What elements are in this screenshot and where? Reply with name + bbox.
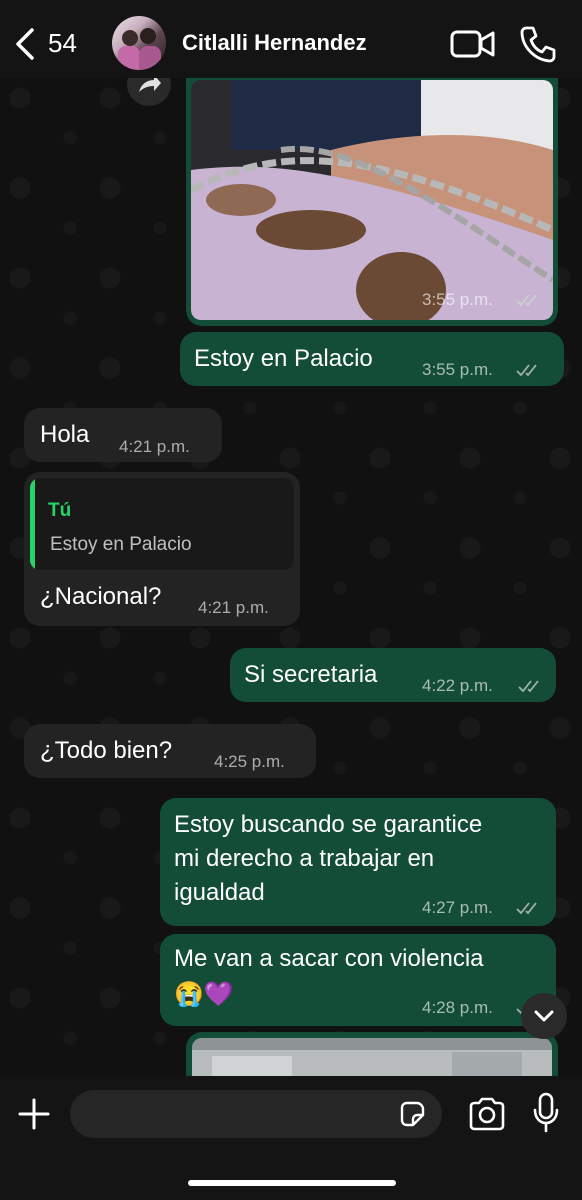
message-composer [0,1076,582,1200]
message-bubble-incoming[interactable]: ¿Todo bien? 4:25 p.m. [24,724,316,778]
read-ticks-icon [518,680,539,693]
message-time: 4:21 p.m. [198,598,269,617]
message-time: 4:27 p.m. [422,898,493,917]
quote-author: Tú [48,500,72,521]
message-time: 3:55 p.m. [422,360,493,379]
camera-button[interactable] [468,1096,506,1132]
message-text-line: mi derecho a trabajar en [174,845,435,872]
message-text: ¿Nacional? [40,583,162,610]
attach-button[interactable] [16,1096,52,1132]
back-button[interactable] [10,24,40,64]
message-bubble-outgoing[interactable]: Estoy buscando se garantice mi derecho a… [160,798,556,926]
quote-text: Estoy en Palacio [50,534,192,555]
scroll-to-bottom-button[interactable] [521,993,567,1039]
home-indicator [188,1180,396,1186]
microphone-button[interactable] [532,1092,560,1134]
message-text: Me van a sacar con violencia [174,945,484,972]
message-text: Hola [40,421,90,448]
message-bubble-outgoing[interactable]: Si secretaria 4:22 p.m. [230,648,556,702]
plus-icon [18,1098,50,1130]
microphone-icon [533,1092,559,1133]
phone-icon [520,26,556,63]
message-time: 4:25 p.m. [214,752,285,771]
quote-accent-bar [30,478,35,570]
chat-header: 54 Citlalli Hernandez [0,0,582,78]
chevron-down-icon [534,1010,554,1022]
message-time: 4:28 p.m. [422,998,493,1017]
message-bubble-outgoing[interactable]: Me van a sacar con violencia 😭💜 4:28 p.m… [160,934,556,1026]
read-ticks-icon [516,294,537,307]
message-time: 4:22 p.m. [422,676,493,695]
message-text: ¿Todo bien? [40,737,173,764]
message-input[interactable] [70,1090,442,1138]
photo-image [191,80,553,320]
message-bubble-incoming-reply[interactable]: Tú Estoy en Palacio ¿Nacional? 4:21 p.m. [24,472,300,626]
quoted-message[interactable]: Tú Estoy en Palacio [30,478,294,570]
sticker-button[interactable] [398,1100,426,1128]
message-image-bubble[interactable]: 3:55 p.m. [186,40,558,326]
photo-attachment[interactable] [191,80,553,320]
camera-icon [469,1097,505,1131]
unread-count[interactable]: 54 [48,28,77,59]
sticker-icon [400,1101,425,1127]
message-emoji: 😭💜 [174,981,234,1008]
chevron-left-icon [16,28,34,60]
message-text-line: igualdad [174,879,265,906]
message-text-line: Estoy buscando se garantice [174,811,483,838]
message-text: Estoy en Palacio [194,345,373,372]
message-time: 4:21 p.m. [119,437,190,456]
message-time: 3:55 p.m. [422,290,493,309]
message-text: Si secretaria [244,661,378,688]
avatar[interactable] [112,16,166,70]
video-call-icon [450,30,495,58]
video-call-button[interactable] [450,28,496,65]
message-bubble-outgoing[interactable]: Estoy en Palacio 3:55 p.m. [180,332,564,386]
contact-name[interactable]: Citlalli Hernandez [182,30,367,56]
voice-call-button[interactable] [518,24,558,69]
message-bubble-incoming[interactable]: Hola 4:21 p.m. [24,408,222,462]
read-ticks-icon [516,902,537,915]
read-ticks-icon [516,364,537,377]
